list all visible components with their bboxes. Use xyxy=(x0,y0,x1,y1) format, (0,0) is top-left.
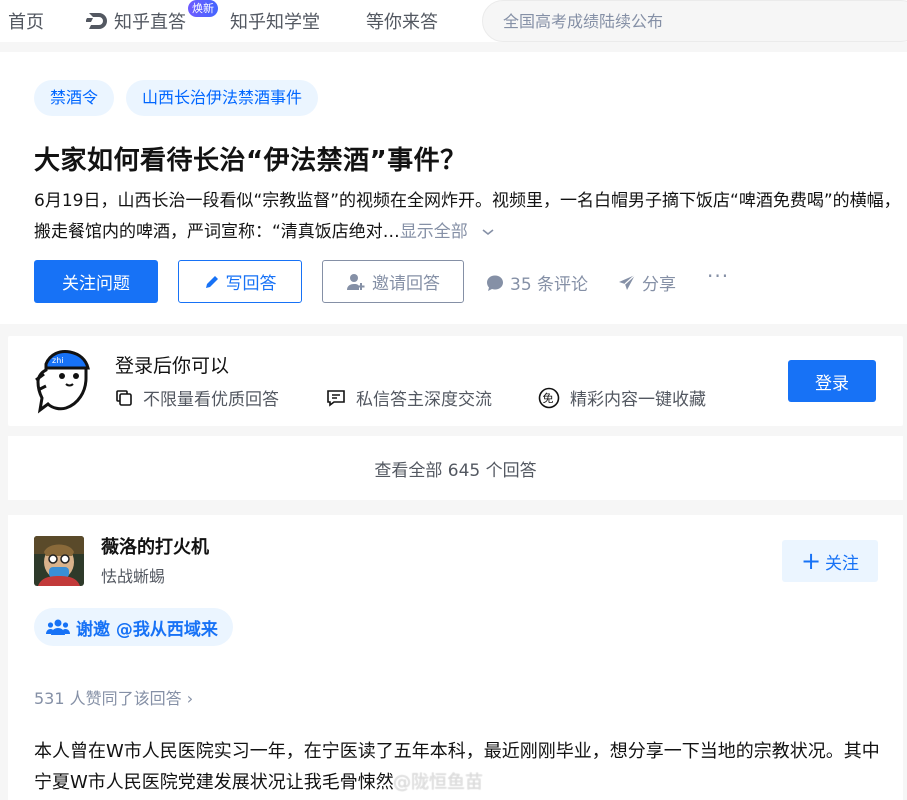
nav-zhida[interactable]: 知乎直答 xyxy=(86,8,186,34)
follow-author-button[interactable]: + 关注 xyxy=(782,540,878,582)
write-answer-button[interactable]: 写回答 xyxy=(178,260,302,303)
nav-zhida-label: 知乎直答 xyxy=(114,12,186,33)
share-button[interactable]: 分享 xyxy=(618,270,676,295)
share-icon xyxy=(618,274,636,292)
view-all-answers-button[interactable]: 查看全部 645 个回答 xyxy=(8,436,903,500)
zhihu-mascot-icon: zhi xyxy=(35,350,90,414)
invite-answer-label: 邀请回答 xyxy=(372,274,440,294)
login-prompt-title: 登录后你可以 xyxy=(115,355,230,377)
feature-unlimited-answers: 不限量看优质回答 xyxy=(115,385,279,410)
message-icon xyxy=(326,389,346,407)
feature-one-click-collect: 免 精彩内容一键收藏 xyxy=(538,385,706,410)
topic-tag[interactable]: 山西长治伊法禁酒事件 xyxy=(126,80,319,116)
question-excerpt: 6月19日，山西长治一段看似“宗教监督”的视频在全网炸开。视频里，一名白帽男子摘… xyxy=(34,186,904,248)
feature-label: 不限量看优质回答 xyxy=(143,390,279,410)
collect-badge-icon: 免 xyxy=(538,387,560,409)
write-answer-label: 写回答 xyxy=(225,274,277,294)
svg-text:免: 免 xyxy=(543,391,554,405)
new-badge: 焕新 xyxy=(188,0,218,17)
search-input[interactable] xyxy=(483,1,907,41)
share-label: 分享 xyxy=(642,275,676,295)
follow-author-label: 关注 xyxy=(825,553,860,574)
copy-icon xyxy=(115,389,133,407)
search-box[interactable] xyxy=(482,0,907,42)
feature-label: 私信答主深度交流 xyxy=(356,390,492,410)
answer-card: 薇洛的打火机 怯战蜥蜴 + 关注 谢邀 @我从西域来 531 人赞同了该回答 ›… xyxy=(8,515,903,800)
comments-label: 35 条评论 xyxy=(510,275,589,295)
more-options-button[interactable]: ··· xyxy=(707,264,729,288)
nav-home[interactable]: 首页 xyxy=(8,8,44,34)
question-card: 禁酒令 山西长治伊法禁酒事件 大家如何看待长治“伊法禁酒”事件？ 6月19日，山… xyxy=(0,52,907,324)
topic-tag[interactable]: 禁酒令 xyxy=(34,80,115,116)
group-users-icon xyxy=(46,618,70,636)
follow-question-button[interactable]: 关注问题 xyxy=(34,260,158,303)
top-nav: 首页 知乎直答 焕新 知乎知学堂 等你来答 xyxy=(0,0,907,42)
plus-icon: + xyxy=(800,547,822,575)
pencil-icon xyxy=(204,274,220,290)
question-title[interactable]: 大家如何看待长治“伊法禁酒”事件？ xyxy=(34,140,467,177)
chevron-down-icon xyxy=(482,229,494,236)
avatar[interactable] xyxy=(34,536,84,586)
invitation-thanks-label: 谢邀 @我从西域来 xyxy=(76,619,218,640)
nav-school[interactable]: 知乎知学堂 xyxy=(230,8,320,34)
login-prompt-card: zhi 登录后你可以 不限量看优质回答 私信答主深度交流 免 精彩内容一键收藏 … xyxy=(8,336,903,426)
svg-text:zhi: zhi xyxy=(52,356,64,365)
feature-private-message: 私信答主深度交流 xyxy=(326,385,492,410)
author-headline: 怯战蜥蜴 xyxy=(101,567,166,586)
feature-label: 精彩内容一键收藏 xyxy=(570,390,706,410)
weibo-watermark: @陇恒鱼苗 xyxy=(393,772,483,793)
invitation-thanks[interactable]: 谢邀 @我从西域来 xyxy=(34,608,233,646)
author-name[interactable]: 薇洛的打火机 xyxy=(101,533,209,559)
zhida-logo-icon xyxy=(86,13,107,29)
upvote-count[interactable]: 531 人赞同了该回答 › xyxy=(34,685,193,709)
login-button[interactable]: 登录 xyxy=(788,360,876,402)
show-all-link[interactable]: 显示全部 xyxy=(400,222,495,242)
comments-button[interactable]: 35 条评论 xyxy=(486,270,588,295)
invite-user-icon xyxy=(346,273,366,291)
comment-icon xyxy=(486,274,504,292)
invite-answer-button[interactable]: 邀请回答 xyxy=(322,260,464,303)
nav-wait-answer[interactable]: 等你来答 xyxy=(366,8,438,34)
